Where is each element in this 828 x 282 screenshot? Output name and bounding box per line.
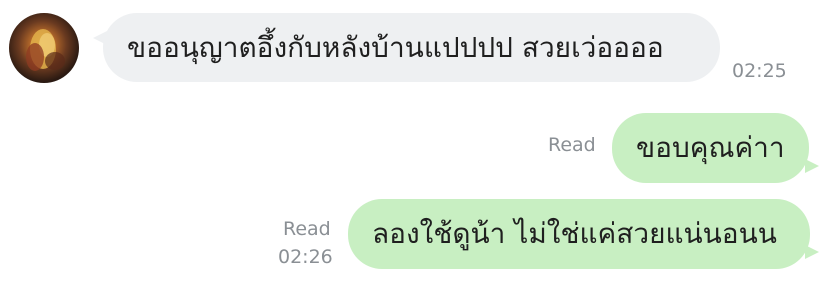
read-receipt: Read <box>283 218 331 240</box>
outgoing-message-text: ลองใช้ดูน้า ไม่ใช่แค่สวยแน่นอนน <box>372 217 777 250</box>
outgoing-bubble-tail <box>805 159 819 173</box>
outgoing-message-bubble[interactable]: ขอบคุณค่าา <box>612 113 809 183</box>
incoming-message-text: ขออนุญาตอึ้งกับหลังบ้านแปปปป สวยเว่ออออ <box>127 30 664 64</box>
outgoing-message-time: 02:26 <box>278 246 333 268</box>
sender-avatar[interactable] <box>9 13 79 83</box>
incoming-message-time: 02:25 <box>732 60 787 82</box>
avatar-image <box>26 29 65 71</box>
outgoing-message-bubble[interactable]: ลองใช้ดูน้า ไม่ใช่แค่สวยแน่นอนน <box>348 199 810 269</box>
outgoing-message-text: ขอบคุณค่าา <box>636 131 785 164</box>
read-receipt: Read <box>548 134 596 156</box>
incoming-message-bubble[interactable]: ขออนุญาตอึ้งกับหลังบ้านแปปปป สวยเว่ออออ <box>103 13 720 82</box>
